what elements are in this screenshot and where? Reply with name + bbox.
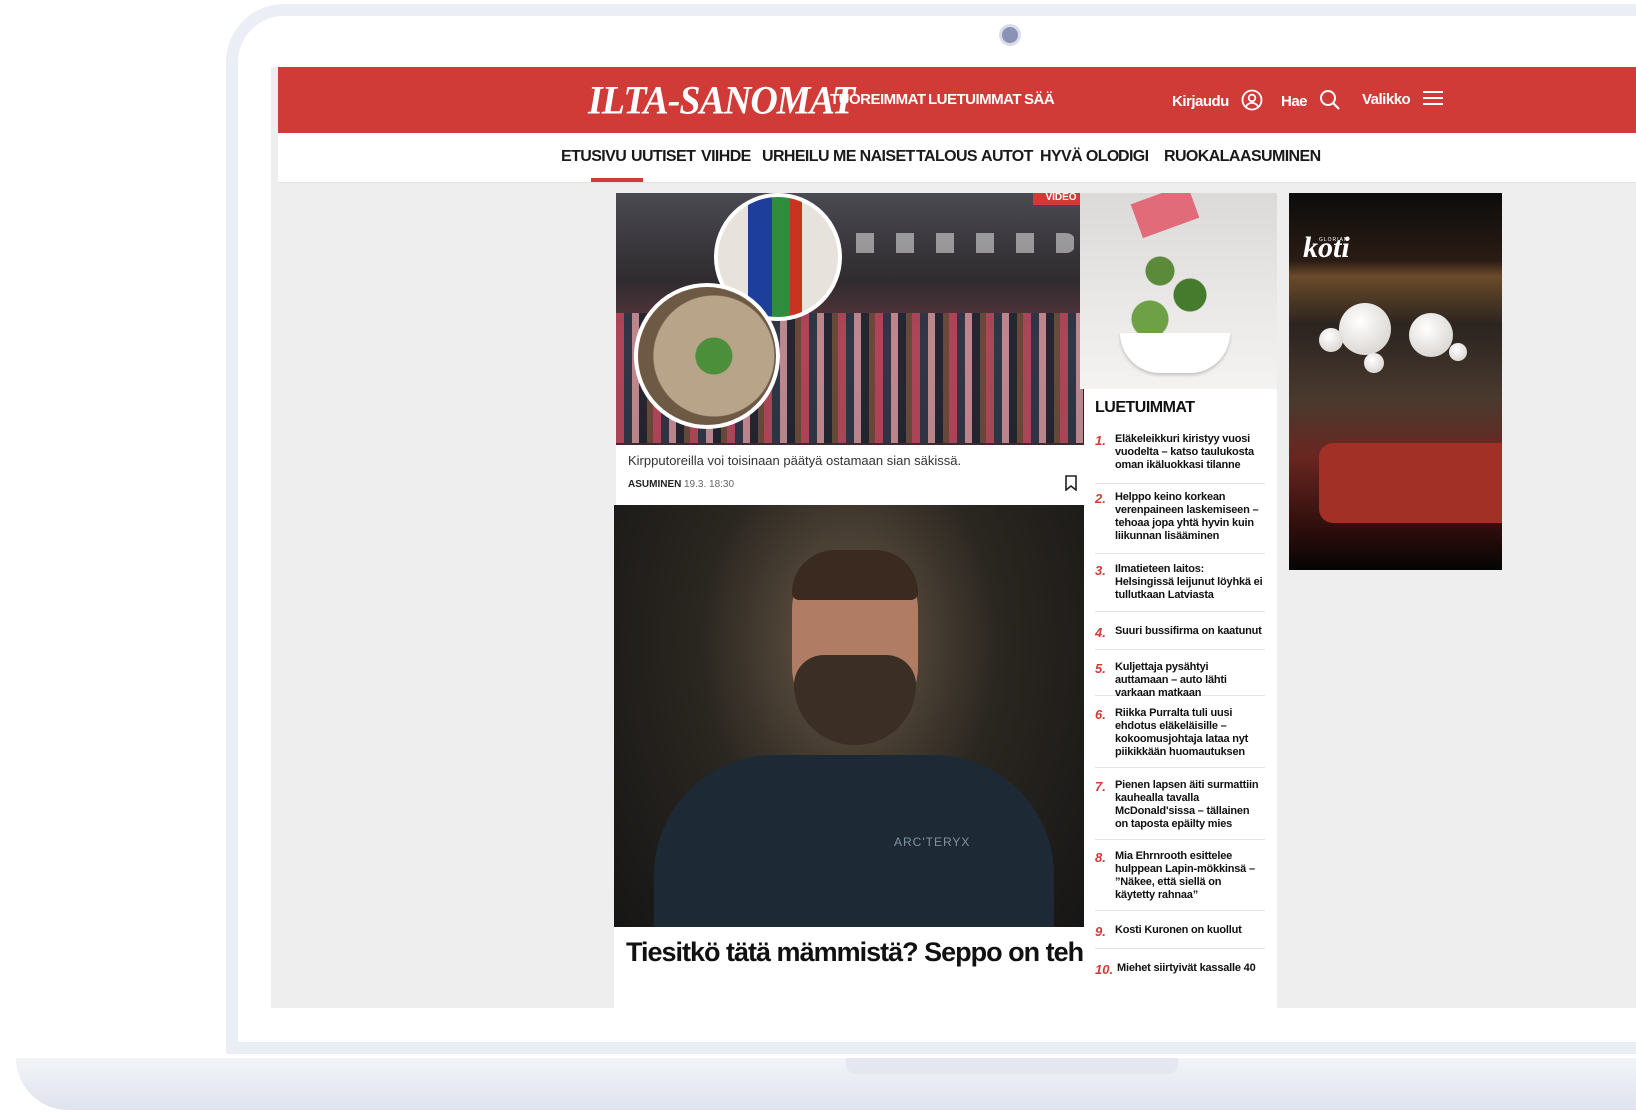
list-item-number: 8. bbox=[1095, 850, 1106, 865]
site-header: ILTA-SANOMAT TUOREIMMAT LUETUIMMAT SÄÄ K… bbox=[278, 67, 1636, 133]
menu-label: Valikko bbox=[1362, 90, 1411, 108]
login-label: Kirjaudu bbox=[1172, 92, 1229, 110]
list-item-number: 1. bbox=[1095, 433, 1106, 448]
list-item[interactable]: 4. Suuri bussifirma on kaatunut bbox=[1095, 625, 1265, 650]
browser-screen: ILTA-SANOMAT TUOREIMMAT LUETUIMMAT SÄÄ K… bbox=[271, 67, 1636, 1008]
article-headline[interactable]: Tiesitkö tätä mämmistä? Seppo on tehnyt bbox=[626, 937, 1122, 968]
list-item-title[interactable]: Pienen lapsen äiti surmattiin kauhealla … bbox=[1115, 779, 1263, 831]
list-item-number: 6. bbox=[1095, 707, 1106, 722]
list-item[interactable]: 9. Kosti Kuronen on kuollut bbox=[1095, 924, 1265, 949]
list-item-title[interactable]: Suuri bussifirma on kaatunut bbox=[1115, 625, 1263, 638]
portrait-beard bbox=[794, 655, 916, 745]
nav-tuoreimmat[interactable]: TUOREIMMAT bbox=[830, 91, 926, 108]
list-item[interactable]: 10. Miehet siirtyivät kassalle 40 bbox=[1095, 962, 1265, 982]
article-card-1[interactable]: Kirpputoreilla voi toisinaan päätyä osta… bbox=[616, 445, 1089, 505]
tab-etusivu[interactable]: ETUSIVU bbox=[561, 148, 627, 166]
ad-lamp bbox=[1364, 353, 1384, 373]
tab-ruokala[interactable]: RUOKALA bbox=[1164, 148, 1240, 166]
list-item-number: 3. bbox=[1095, 563, 1106, 578]
list-item-number: 2. bbox=[1095, 491, 1106, 506]
list-item[interactable]: 7. Pienen lapsen äiti surmattiin kauheal… bbox=[1095, 779, 1265, 840]
tab-hyva-olo[interactable]: HYVÄ OLO bbox=[1040, 148, 1119, 166]
portrait-hair bbox=[792, 550, 918, 600]
laptop-base bbox=[16, 1058, 1636, 1110]
site-logo[interactable]: ILTA-SANOMAT bbox=[588, 78, 855, 124]
login-button[interactable]: Kirjaudu bbox=[1172, 89, 1263, 115]
list-item-title[interactable]: Miehet siirtyivät kassalle 40 bbox=[1117, 962, 1265, 975]
nav-luetuimmat[interactable]: LUETUIMMAT bbox=[928, 91, 1022, 108]
list-item-title[interactable]: Kosti Kuronen on kuollut bbox=[1115, 924, 1263, 937]
list-item-number: 7. bbox=[1095, 779, 1106, 794]
salad-bowl bbox=[1120, 333, 1230, 373]
user-icon bbox=[1241, 89, 1263, 115]
article-image-flea-market[interactable]: VIDEO bbox=[616, 193, 1089, 445]
section-nav: ETUSIVU UUTISET VIIHDE URHEILU ME NAISET… bbox=[278, 133, 1636, 183]
list-item[interactable]: 1. Eläkeleikkuri kiristyy vuosi vuodelta… bbox=[1095, 433, 1265, 484]
jacket-brand-logo: ARC'TERYX bbox=[894, 835, 971, 849]
nav-saa[interactable]: SÄÄ bbox=[1024, 91, 1055, 108]
article-image-salad[interactable] bbox=[1080, 193, 1277, 389]
hamburger-icon bbox=[1422, 89, 1444, 111]
list-item-title[interactable]: Eläkeleikkuri kiristyy vuosi vuodelta – … bbox=[1115, 433, 1263, 472]
ad-logo: koti bbox=[1303, 231, 1350, 264]
tab-asuminen[interactable]: ASUMINEN bbox=[1240, 148, 1321, 166]
tab-urheilu[interactable]: URHEILU bbox=[762, 148, 830, 166]
ceiling-lights bbox=[816, 233, 1076, 253]
article-caption[interactable]: Kirpputoreilla voi toisinaan päätyä osta… bbox=[628, 453, 961, 468]
tab-talous[interactable]: TALOUS bbox=[916, 148, 978, 166]
advertisement[interactable]: GLORIAN koti bbox=[1289, 193, 1502, 570]
list-item-title[interactable]: Mia Ehrnrooth esittelee hulppean Lapin-m… bbox=[1115, 850, 1263, 902]
tab-me-naiset[interactable]: ME NAISET bbox=[833, 148, 915, 166]
article-category[interactable]: ASUMINEN bbox=[628, 479, 681, 490]
most-read-panel: LUETUIMMAT 1. Eläkeleikkuri kiristyy vuo… bbox=[1084, 389, 1277, 1008]
bookmark-icon[interactable] bbox=[1065, 475, 1077, 496]
tab-digi[interactable]: DIGI bbox=[1118, 148, 1149, 166]
article-card-2[interactable]: Tiesitkö tätä mämmistä? Seppo on tehnyt bbox=[614, 927, 1122, 1008]
article-image-portrait[interactable]: ARC'TERYX bbox=[614, 505, 1085, 965]
inset-mug-photo bbox=[634, 283, 780, 429]
article-timestamp: 19.3. 18:30 bbox=[684, 479, 735, 490]
list-item-title[interactable]: Kuljettaja pysähtyi auttamaan – auto läh… bbox=[1115, 661, 1263, 700]
list-item-title[interactable]: Ilmatieteen laitos: Helsingissä leijunut… bbox=[1115, 563, 1263, 602]
salad-leaves bbox=[1120, 223, 1220, 343]
tab-viihde[interactable]: VIIHDE bbox=[701, 148, 751, 166]
most-read-title[interactable]: LUETUIMMAT bbox=[1095, 399, 1195, 417]
list-item-number: 5. bbox=[1095, 661, 1106, 676]
ad-lamp bbox=[1339, 303, 1391, 355]
search-button[interactable]: Hae bbox=[1281, 89, 1341, 115]
list-item[interactable]: 3. Ilmatieteen laitos: Helsingissä leiju… bbox=[1095, 563, 1265, 612]
ad-lamp bbox=[1449, 343, 1467, 361]
list-item-title[interactable]: Helppo keino korkean verenpaineen laskem… bbox=[1115, 491, 1263, 543]
list-item-number: 4. bbox=[1095, 625, 1106, 640]
laptop-notch bbox=[846, 1058, 1178, 1074]
list-item[interactable]: 6. Riikka Purralta tuli uusi ehdotus elä… bbox=[1095, 707, 1265, 768]
list-item[interactable]: 5. Kuljettaja pysähtyi auttamaan – auto … bbox=[1095, 661, 1265, 699]
ad-lamp bbox=[1319, 328, 1343, 352]
active-tab-indicator bbox=[591, 178, 643, 182]
menu-button[interactable]: Valikko bbox=[1362, 89, 1444, 111]
list-item-number: 10. bbox=[1095, 962, 1114, 977]
list-item-number: 9. bbox=[1095, 924, 1106, 939]
webcam bbox=[1002, 27, 1018, 43]
tab-autot[interactable]: AUTOT bbox=[981, 148, 1033, 166]
list-item[interactable]: 2. Helppo keino korkean verenpaineen las… bbox=[1095, 491, 1265, 554]
list-item[interactable]: 8. Mia Ehrnrooth esittelee hulppean Lapi… bbox=[1095, 850, 1265, 911]
tab-uutiset[interactable]: UUTISET bbox=[631, 148, 696, 166]
search-label: Hae bbox=[1281, 92, 1308, 110]
search-icon bbox=[1319, 89, 1341, 115]
ad-sofa bbox=[1319, 443, 1502, 523]
list-item-title[interactable]: Riikka Purralta tuli uusi ehdotus eläkel… bbox=[1115, 707, 1263, 759]
ad-lamp bbox=[1409, 313, 1453, 357]
